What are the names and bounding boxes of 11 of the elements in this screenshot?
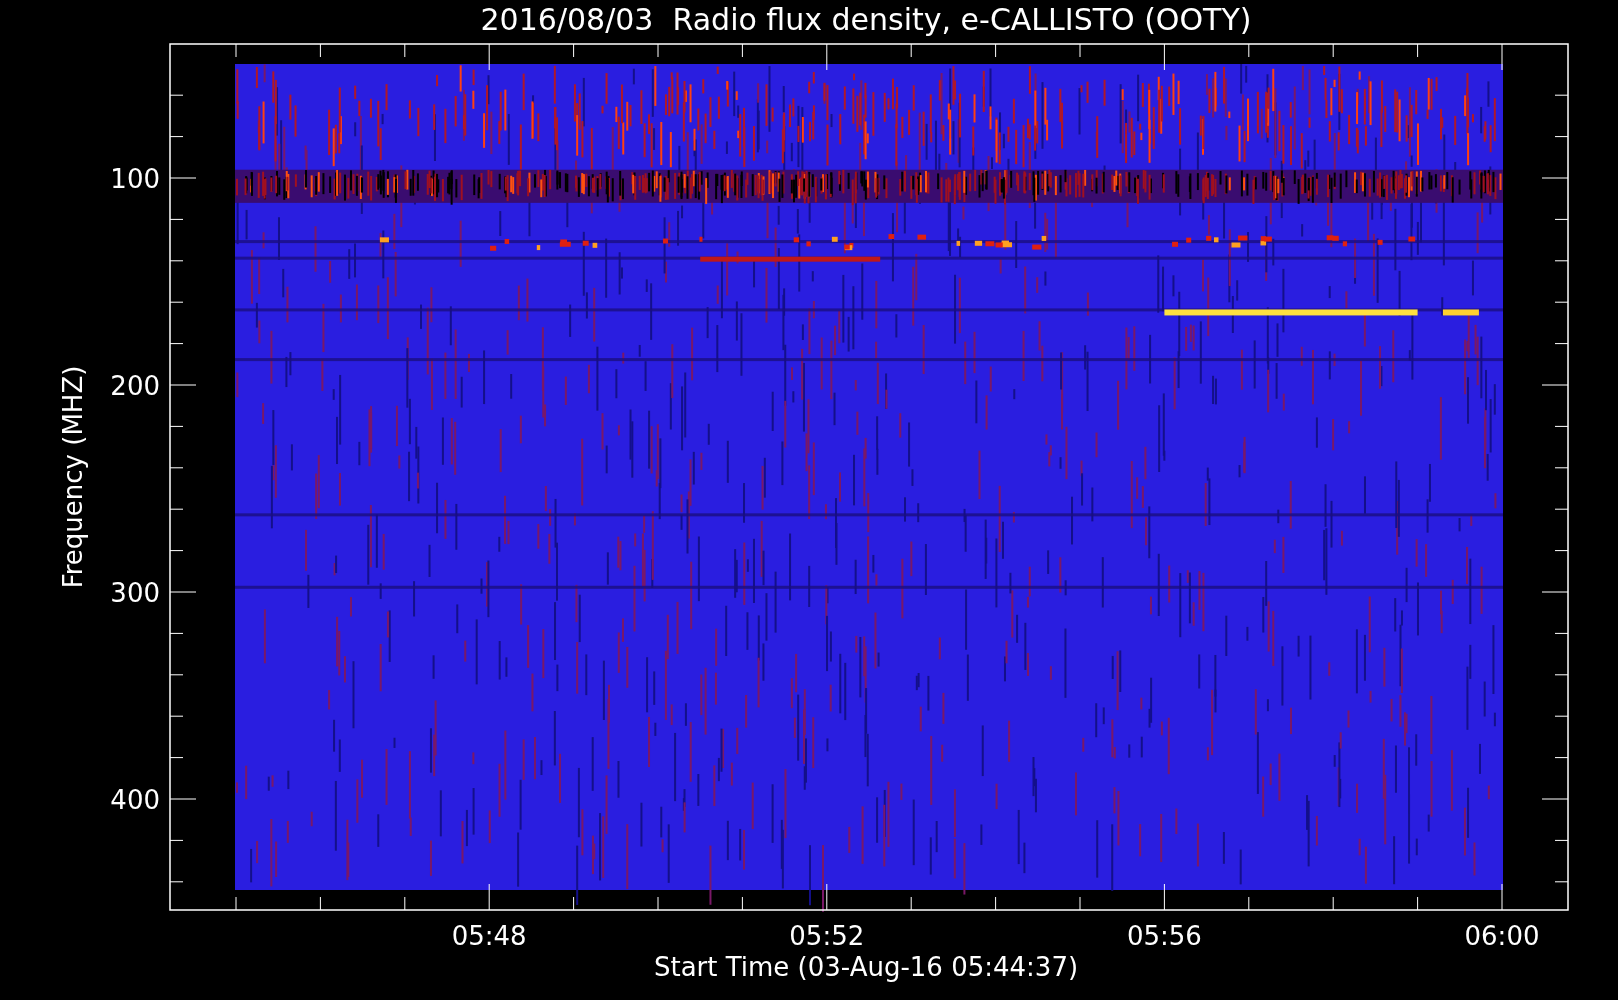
tick-label: 300 [110, 578, 160, 608]
tick-label: 05:48 [451, 921, 527, 951]
tick-label: 100 [110, 164, 160, 194]
y-axis-label: Frequency (MHZ) [58, 365, 88, 589]
tick-label: 06:00 [1464, 921, 1540, 951]
tick-label: 200 [110, 371, 160, 401]
x-axis-label: Start Time (03-Aug-16 05:44:37) [653, 952, 1079, 982]
tick-label: 400 [110, 785, 160, 815]
plot-title: 2016/08/03 Radio flux density, e-CALLISTO (OOTY) [480, 2, 1252, 37]
tick-label: 05:56 [1126, 921, 1202, 951]
tick-label: 05:52 [789, 921, 865, 951]
